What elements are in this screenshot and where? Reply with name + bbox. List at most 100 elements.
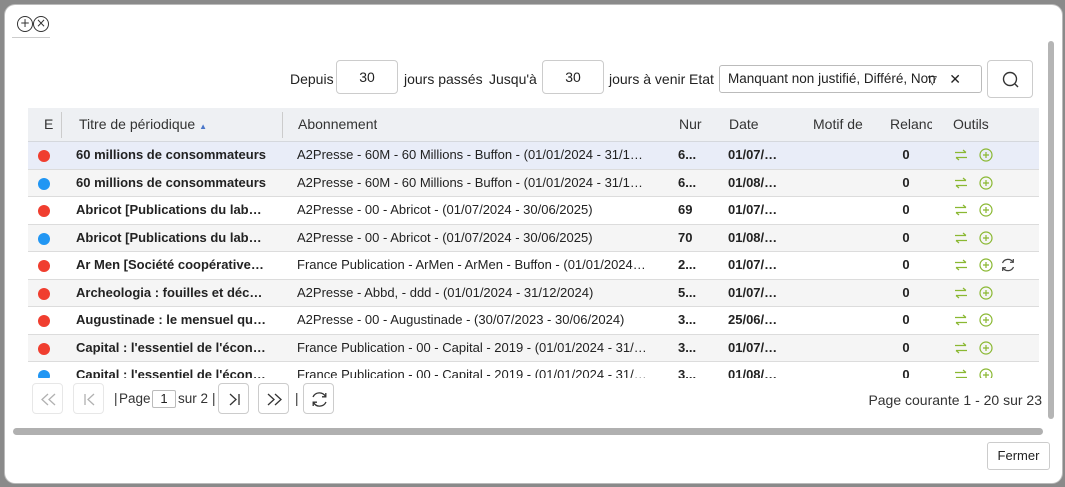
col-outils: Outils <box>953 116 989 132</box>
cell-relance: 0 <box>902 339 910 355</box>
swap-arrows-icon[interactable] <box>954 176 968 190</box>
cell-abonnement: A2Presse - 60M - 60 Millions - Buffon - … <box>297 147 647 162</box>
swap-arrows-icon[interactable] <box>954 258 968 272</box>
divider <box>12 37 50 38</box>
depuis-days-input[interactable]: 30 <box>336 60 398 94</box>
clear-icon[interactable]: ✕ <box>949 66 961 92</box>
add-circle-icon[interactable] <box>979 313 993 327</box>
col-abonnement[interactable]: Abonnement <box>298 108 377 141</box>
double-chevron-right-icon <box>267 393 282 406</box>
search-icon <box>1002 71 1019 88</box>
swap-arrows-icon[interactable] <box>954 231 968 245</box>
cell-date: 01/07/2024 <box>728 284 780 300</box>
etat-value: Manquant non justifié, Différé, Non <box>728 71 936 86</box>
close-circle-icon[interactable]: × <box>33 16 49 32</box>
cell-numero: 5... <box>678 284 697 300</box>
add-circle-icon[interactable] <box>979 368 993 378</box>
add-circle-icon[interactable] <box>979 230 993 245</box>
jusqua-label: Jusqu'à <box>489 71 537 87</box>
col-relance[interactable]: Relanc <box>890 108 932 141</box>
col-numero[interactable]: Nur <box>679 108 703 141</box>
grid-horizontal-scrollbar[interactable] <box>13 428 1043 435</box>
swap-arrows-icon[interactable] <box>954 368 968 378</box>
jours-venir-label: jours à venir <box>609 71 686 87</box>
cell-numero: 6... <box>678 147 697 162</box>
col-date[interactable]: Date <box>729 108 759 141</box>
search-button[interactable] <box>987 60 1033 98</box>
pager-separator: | <box>212 391 216 406</box>
swap-arrows-icon[interactable] <box>954 286 968 300</box>
refresh-icon[interactable] <box>1000 257 1016 273</box>
next-page-button[interactable] <box>218 383 249 414</box>
grid-header: E Titre de périodique ▲ Abonnement Nur D… <box>28 108 1039 142</box>
cell-numero: 70 <box>678 229 693 245</box>
add-circle-icon[interactable] <box>979 285 993 300</box>
first-page-button[interactable] <box>32 383 63 414</box>
col-motif[interactable]: Motif de <box>813 108 865 141</box>
status-dot <box>38 287 50 300</box>
cell-abonnement: A2Presse - 60M - 60 Millions - Buffon - … <box>297 174 647 190</box>
cell-abonnement: A2Presse - Abbd, - ddd - (01/01/2024 - 3… <box>297 284 594 300</box>
table-row[interactable]: Capital : l'essentiel de l'économie Franc… <box>28 334 1039 362</box>
cell-relance: 0 <box>902 202 910 217</box>
double-chevron-left-icon <box>41 393 56 406</box>
relance-dialog: + × Depuis 30 jours passés Jusqu'à 30 jo… <box>5 5 1062 483</box>
add-circle-icon[interactable]: + <box>17 16 33 32</box>
relance-grid: E Titre de périodique ▲ Abonnement Nur D… <box>28 108 1039 378</box>
cell-titre: Abricot [Publications du labyrinthe] <box>76 229 266 245</box>
dialog-vertical-scrollbar[interactable] <box>1048 41 1054 419</box>
cell-titre: Abricot [Publications du labyrinthe] <box>76 202 266 217</box>
col-etat[interactable]: E <box>44 108 53 141</box>
pager-separator: | <box>295 391 299 406</box>
cell-relance: 0 <box>902 229 910 245</box>
jusqua-days-input[interactable]: 30 <box>542 60 604 94</box>
swap-arrows-icon[interactable] <box>954 341 968 355</box>
refresh-button[interactable] <box>303 383 334 414</box>
cell-numero: 6... <box>678 174 697 190</box>
page-of-label: sur 2 <box>178 391 209 406</box>
cell-titre: Archeologia : fouilles et découvertes <box>76 284 266 300</box>
cell-titre: 60 millions de consommateurs <box>76 147 266 162</box>
status-dot <box>38 370 50 378</box>
table-row[interactable]: Archeologia : fouilles et découvertes A2P… <box>28 279 1039 307</box>
table-row[interactable]: 60 millions de consommateurs A2Presse - 6… <box>28 142 1039 170</box>
etat-multiselect[interactable]: Manquant non justifié, Différé, Non ▽ ✕ <box>719 65 982 93</box>
last-page-button[interactable] <box>258 383 289 414</box>
cell-date: 01/08/2024 <box>728 174 780 190</box>
cell-numero: 3... <box>678 367 697 378</box>
cell-relance: 0 <box>902 284 910 300</box>
table-row[interactable]: Augustinade : le mensuel qui rend A2Press… <box>28 307 1039 335</box>
add-circle-icon[interactable] <box>979 340 993 355</box>
cell-abonnement: France Publication - ArMen - ArMen - Buf… <box>297 257 647 272</box>
cell-abonnement: France Publication - 00 - Capital - 2019… <box>297 367 647 378</box>
table-row[interactable]: 60 millions de consommateurs A2Presse - 6… <box>28 169 1039 197</box>
table-row[interactable]: Abricot [Publications du labyrinthe] A2Pr… <box>28 224 1039 252</box>
add-circle-icon[interactable] <box>979 175 993 190</box>
add-circle-icon[interactable] <box>979 258 993 272</box>
cell-relance: 0 <box>902 367 910 378</box>
table-row[interactable]: Capital : l'essentiel de l'économie Franc… <box>28 362 1039 378</box>
swap-arrows-icon[interactable] <box>954 313 968 327</box>
swap-arrows-icon[interactable] <box>954 148 968 162</box>
refresh-icon <box>312 392 327 407</box>
add-circle-icon[interactable] <box>979 203 993 217</box>
col-titre[interactable]: Titre de périodique ▲ <box>79 108 207 141</box>
cell-date: 25/06/2024 <box>728 312 780 327</box>
cell-titre: 60 millions de consommateurs <box>76 174 266 190</box>
filter-icon[interactable]: ▽ <box>928 67 937 92</box>
cell-date: 01/08/2024 <box>728 367 780 378</box>
add-circle-icon[interactable] <box>979 148 993 162</box>
table-row[interactable]: Abricot [Publications du labyrinthe] A2Pr… <box>28 197 1039 225</box>
cell-titre: Capital : l'essentiel de l'économie <box>76 339 266 355</box>
page-info: Page courante 1 - 20 sur 23 <box>868 392 1042 408</box>
page-label: Page <box>119 391 151 406</box>
table-row[interactable]: Ar Men [Société coopérative ouvrière] Fra… <box>28 252 1039 280</box>
chevron-right-bar-icon <box>229 393 240 406</box>
cell-titre: Ar Men [Société coopérative ouvrière] <box>76 257 266 272</box>
cell-numero: 69 <box>678 202 693 217</box>
swap-arrows-icon[interactable] <box>954 203 968 217</box>
page-number-input[interactable]: 1 <box>152 390 176 408</box>
close-button[interactable]: Fermer <box>987 442 1050 470</box>
prev-page-button[interactable] <box>73 383 104 414</box>
col-titre-label: Titre de périodique <box>79 116 196 132</box>
